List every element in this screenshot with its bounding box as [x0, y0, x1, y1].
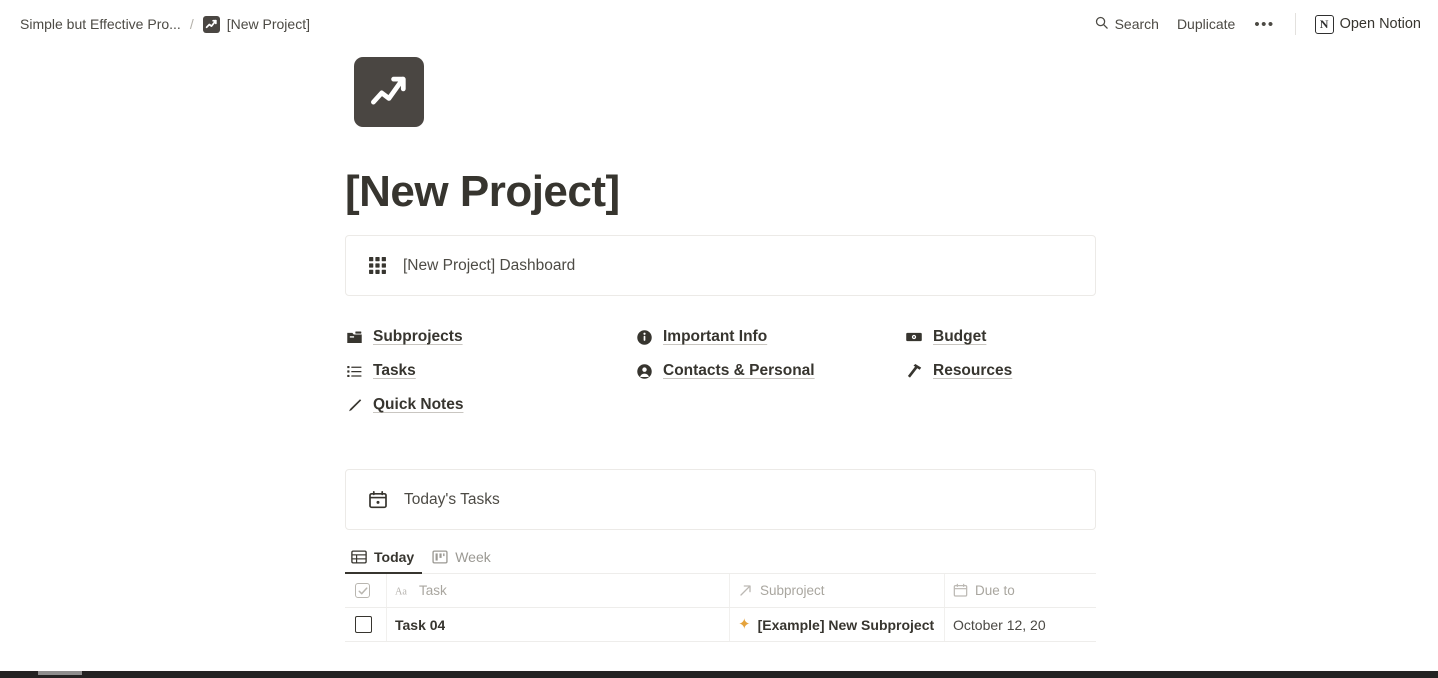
top-bar: Simple but Effective Pro... / [New Proje… — [0, 0, 1438, 48]
header-subproject-label: Subproject — [760, 583, 825, 598]
header-cell-due[interactable]: Due to — [945, 574, 1096, 607]
duplicate-button-label: Duplicate — [1176, 16, 1236, 32]
svg-text:Aa: Aa — [395, 586, 407, 597]
link-subprojects[interactable]: Subprojects — [345, 320, 635, 354]
quick-links-column-2: Important Info Contacts & Personal — [635, 320, 905, 422]
link-tasks-label: Tasks — [373, 362, 416, 379]
link-quick-notes[interactable]: Quick Notes — [345, 388, 635, 422]
link-quick-notes-label: Quick Notes — [373, 396, 464, 413]
checkbox-unchecked-icon[interactable] — [355, 616, 372, 633]
calendar-icon — [368, 490, 388, 510]
row-due-cell[interactable]: October 12, 20 — [945, 608, 1096, 641]
header-task-label: Task — [419, 583, 447, 598]
link-subprojects-label: Subprojects — [373, 328, 463, 345]
bottom-bar — [0, 671, 1438, 678]
link-budget[interactable]: Budget — [905, 320, 1105, 354]
calendar-icon — [953, 583, 968, 598]
page-title: [New Project] — [345, 167, 620, 216]
todays-tasks-callout-text: Today's Tasks — [404, 490, 500, 508]
chart-line-icon — [202, 15, 220, 33]
row-subproject-text: [Example] New Subproject — [757, 616, 935, 633]
open-notion-label: Open Notion — [1339, 16, 1421, 32]
row-checkbox-cell[interactable] — [345, 608, 387, 641]
dashboard-link-callout[interactable]: [New Project] Dashboard — [345, 235, 1096, 296]
folder-icon — [345, 328, 363, 346]
top-bar-actions: Search Duplicate ••• N Open Notion — [1085, 0, 1430, 48]
breadcrumb-current-label: [New Project] — [226, 16, 310, 32]
pencil-icon — [345, 396, 363, 414]
open-notion-button[interactable]: N Open Notion — [1306, 10, 1430, 39]
checkbox-checked-icon — [355, 583, 370, 598]
table-row[interactable]: Task 04 ✦ [Example] New Subproject Octob… — [345, 608, 1096, 642]
duplicate-button[interactable]: Duplicate — [1168, 11, 1244, 37]
search-icon — [1094, 15, 1109, 33]
link-resources[interactable]: Resources — [905, 354, 1105, 388]
quick-links-column-3: Budget Resources — [905, 320, 1105, 422]
header-due-label: Due to — [975, 583, 1015, 598]
dashboard-callout-text: [New Project] Dashboard — [403, 256, 576, 274]
page-icon[interactable] — [354, 57, 424, 127]
link-resources-label: Resources — [933, 362, 1013, 379]
search-button[interactable]: Search — [1085, 10, 1168, 38]
text-type-icon: Aa — [395, 584, 412, 598]
search-button-label: Search — [1114, 16, 1159, 32]
table-icon — [351, 549, 367, 565]
ellipsis-icon[interactable]: ••• — [1244, 12, 1284, 37]
link-budget-label: Budget — [933, 328, 987, 345]
link-contacts-personal[interactable]: Contacts & Personal — [635, 354, 905, 388]
quick-links-column-1: Subprojects Tasks Quick Notes — [345, 320, 635, 422]
chart-line-icon — [371, 76, 406, 105]
board-icon — [432, 549, 448, 565]
breadcrumb: Simple but Effective Pro... / [New Proje… — [0, 15, 310, 33]
header-cell-checkbox[interactable] — [345, 574, 387, 607]
tasks-table: Aa Task Subproject Due to Task 04 ✦ [Exa… — [345, 574, 1096, 642]
table-header-row: Aa Task Subproject Due to — [345, 574, 1096, 608]
quick-links-grid: Subprojects Tasks Quick Notes Important … — [345, 320, 1105, 422]
tab-week-label: Week — [455, 549, 491, 565]
link-important-info-label: Important Info — [663, 328, 768, 345]
tab-today[interactable]: Today — [345, 546, 423, 574]
banknote-icon — [905, 328, 923, 346]
notion-logo-icon: N — [1314, 14, 1334, 34]
row-due-text: October 12, 20 — [953, 616, 1046, 633]
scrollbar-thumb[interactable] — [38, 671, 82, 675]
row-task-text: Task 04 — [395, 616, 446, 633]
breadcrumb-separator: / — [189, 16, 194, 32]
toolbar-divider — [1294, 13, 1296, 35]
view-tabs: Today Week — [345, 542, 1096, 574]
star-icon: ✦ — [738, 616, 751, 633]
breadcrumb-parent[interactable]: Simple but Effective Pro... — [20, 16, 181, 32]
row-task-cell[interactable]: Task 04 — [387, 608, 730, 641]
link-contacts-personal-label: Contacts & Personal — [663, 362, 815, 379]
info-circle-icon — [635, 328, 653, 346]
tab-today-label: Today — [374, 549, 415, 565]
relation-arrow-icon — [738, 583, 753, 598]
header-cell-subproject[interactable]: Subproject — [730, 574, 945, 607]
link-tasks[interactable]: Tasks — [345, 354, 635, 388]
row-subproject-cell[interactable]: ✦ [Example] New Subproject — [730, 608, 945, 641]
grid-icon — [368, 256, 387, 275]
list-icon — [345, 362, 363, 380]
header-cell-task[interactable]: Aa Task — [387, 574, 730, 607]
todays-tasks-callout[interactable]: Today's Tasks — [345, 469, 1096, 530]
person-circle-icon — [635, 362, 653, 380]
tab-week[interactable]: Week — [426, 546, 499, 573]
hammer-icon — [905, 362, 923, 380]
link-important-info[interactable]: Important Info — [635, 320, 905, 354]
breadcrumb-current[interactable]: [New Project] — [202, 15, 310, 33]
